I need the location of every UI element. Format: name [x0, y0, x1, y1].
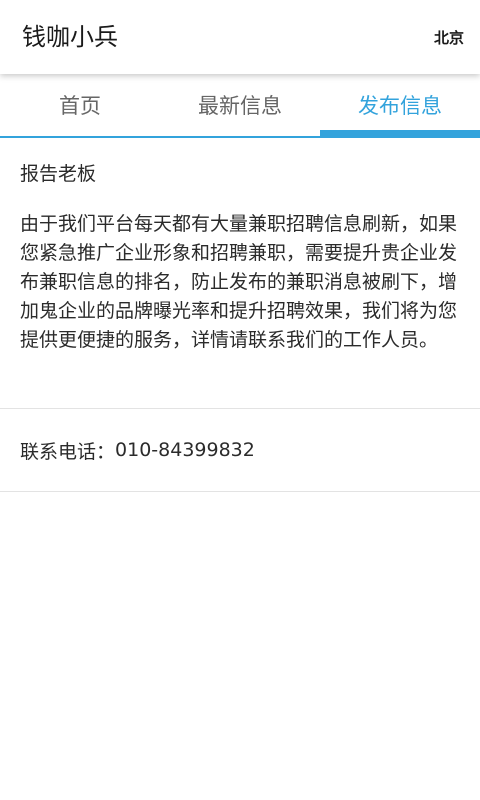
contact-phone-row[interactable]: 联系电话： 010-84399832	[0, 409, 480, 491]
main-content: 报告老板 由于我们平台每天都有大量兼职招聘信息刷新，如果您紧急推广企业形象和招聘…	[0, 138, 480, 492]
notice-heading: 报告老板	[20, 163, 97, 185]
app-screen: 钱咖小兵 北京 首页 最新信息 发布信息 报告老板 由于我们平台每天都有大量兼职…	[0, 0, 480, 800]
active-tab-indicator	[320, 130, 480, 136]
tab-latest-info-label: 最新信息	[198, 94, 282, 118]
city-selector[interactable]: 北京	[434, 26, 464, 50]
app-title: 钱咖小兵	[22, 23, 118, 51]
notice-body: 由于我们平台每天都有大量兼职招聘信息刷新，如果您紧急推广企业形象和招聘兼职，需要…	[20, 213, 458, 351]
tab-bar: 首页 最新信息 发布信息	[0, 74, 480, 138]
app-bar: 钱咖小兵 北京	[0, 0, 480, 74]
contact-label: 联系电话：	[20, 440, 116, 463]
tab-latest-info[interactable]: 最新信息	[160, 74, 320, 136]
tab-publish-info[interactable]: 发布信息	[320, 74, 480, 136]
tab-home-label: 首页	[59, 94, 101, 118]
contact-phone-number[interactable]: 010-84399832	[115, 439, 255, 461]
tab-home[interactable]: 首页	[0, 74, 160, 136]
tab-publish-info-label: 发布信息	[358, 94, 442, 118]
divider-bottom	[0, 491, 480, 492]
